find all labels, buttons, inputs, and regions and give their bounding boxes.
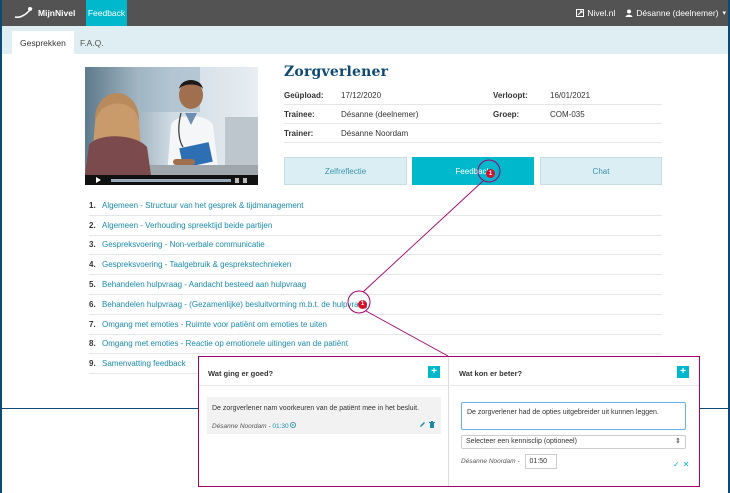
- list-item[interactable]: 6. Behandelen hulpvraag - (Gezamenlijke) …: [89, 295, 662, 315]
- good-comment-text: De zorgverlener nam voorkeuren van de pa…: [212, 405, 420, 412]
- nav-tab-feedback[interactable]: Feedback: [86, 0, 127, 26]
- expires-label: Verloopt:: [493, 90, 528, 100]
- better-heading: Wat kon er beter?: [459, 369, 523, 378]
- chevron-down-icon: ▾: [722, 10, 726, 17]
- trash-icon[interactable]: [429, 421, 435, 428]
- item-link[interactable]: Gespreksvoering - Non-verbale communicat…: [102, 240, 265, 249]
- close-icon[interactable]: ✕: [683, 460, 690, 469]
- group-value: COM-035: [550, 109, 585, 119]
- item-number: 4.: [89, 260, 96, 270]
- video-controls: [85, 175, 258, 185]
- meta-row: Trainer: Désanne Noordam: [284, 124, 662, 143]
- divider: [450, 385, 699, 386]
- nivel-link-label: Nivel.nl: [587, 8, 616, 18]
- video-progress-bar[interactable]: [111, 178, 231, 182]
- expires-value: 16/01/2021: [550, 90, 591, 100]
- external-link-icon: [576, 9, 585, 17]
- item-link[interactable]: Omgang met emoties - Reactie op emotione…: [102, 339, 348, 348]
- video-frame: [85, 67, 258, 175]
- good-heading: Wat ging er goed?: [208, 369, 274, 378]
- time-input[interactable]: 01:50: [524, 454, 557, 469]
- edit-meta: Désanne Noordam - 01:50: [461, 454, 557, 469]
- user-name: Désanne (deelnemer): [636, 8, 719, 18]
- user-icon: [625, 9, 633, 17]
- item-link[interactable]: Behandelen hulpvraag - (Gezamenlijke) be…: [102, 300, 367, 309]
- tab-gesprekken[interactable]: Gesprekken: [12, 31, 74, 54]
- feedback-list: 1. Algemeen - Structuur van het gesprek &…: [89, 196, 662, 375]
- kennisclip-select[interactable]: Selecteer een kennisclip (optioneel) ⇕: [461, 435, 686, 449]
- play-icon[interactable]: [96, 177, 101, 183]
- good-comment-meta: Désanne Noordam - 01:30: [212, 422, 297, 430]
- meta-row: Trainee: Désanne (deelnemer) Groep: COM-…: [284, 105, 662, 124]
- user-menu[interactable]: Désanne (deelnemer) ▾: [625, 8, 726, 18]
- list-item[interactable]: 4. Gespreksvoering - Taalgebruik & gespre…: [89, 255, 662, 276]
- item-number: 3.: [89, 240, 96, 250]
- feedback-popup: Wat ging er goed? + De zorgverlener nam …: [198, 356, 700, 487]
- list-item[interactable]: 8. Omgang met emoties - Reactie op emotio…: [89, 335, 662, 355]
- group-label: Groep:: [493, 109, 520, 119]
- logo-icon: [14, 6, 34, 20]
- item-link[interactable]: Algemeen - Structuur van het gesprek & t…: [102, 201, 303, 210]
- item-number: 2.: [89, 220, 96, 230]
- good-comment-time[interactable]: 01:30: [272, 423, 288, 430]
- list-item[interactable]: 2. Algemeen - Verhouding spreektijd beide…: [89, 216, 662, 236]
- item-count-badge: 1: [358, 299, 367, 309]
- session-meta: Geüpload: 17/12/2020 Verloopt: 16/01/202…: [284, 86, 662, 143]
- chat-label: Chat: [592, 166, 610, 176]
- item-number: 5.: [89, 280, 96, 290]
- item-number: 9.: [89, 359, 96, 369]
- add-better-button[interactable]: +: [677, 366, 689, 378]
- trainer-label: Trainer:: [284, 128, 314, 138]
- item-number: 8.: [89, 339, 96, 349]
- item-link[interactable]: Behandelen hulpvraag - Aandacht besteed …: [102, 280, 306, 289]
- good-column: Wat ging er goed? + De zorgverlener nam …: [199, 357, 449, 486]
- upload-value: 17/12/2020: [341, 90, 382, 100]
- top-navbar: MijnNivel Feedback Nivel.nl Désanne (dee…: [0, 0, 730, 26]
- trainer-value: Désanne Noordam: [341, 128, 409, 138]
- item-link[interactable]: Gespreksvoering - Taalgebruik & gespreks…: [102, 260, 291, 269]
- divider: [199, 385, 448, 386]
- item-link[interactable]: Omgang met emoties - Ruimte voor patiënt…: [102, 320, 327, 329]
- sub-navbar: Gesprekken F.A.Q.: [0, 26, 730, 54]
- meta-row: Geüpload: 17/12/2020 Verloopt: 16/01/202…: [284, 86, 662, 105]
- feedback-button[interactable]: Feedback 1: [412, 157, 534, 185]
- play-circle-icon[interactable]: [290, 422, 297, 428]
- kennisclip-select-value: Selecteer een kennisclip (optioneel): [466, 438, 577, 445]
- trainee-value: Désanne (deelnemer): [341, 109, 419, 119]
- chat-button[interactable]: Chat: [540, 157, 662, 185]
- logo[interactable]: MijnNivel: [14, 5, 75, 21]
- trainee-label: Trainee:: [284, 109, 315, 119]
- good-comment-card: De zorgverlener nam voorkeuren van de pa…: [207, 397, 441, 434]
- list-item[interactable]: 3. Gespreksvoering - Non-verbale communic…: [89, 236, 662, 256]
- fullscreen-icon[interactable]: [243, 177, 247, 183]
- item-link[interactable]: Samenvatting feedback: [102, 359, 186, 368]
- zelfreflectie-button[interactable]: Zelfreflectie: [284, 157, 407, 185]
- app-name: MijnNivel: [38, 8, 76, 18]
- tab-faq[interactable]: F.A.Q.: [72, 31, 112, 54]
- zelfreflectie-label: Zelfreflectie: [324, 166, 367, 176]
- item-link[interactable]: Algemeen - Verhouding spreektijd beide p…: [102, 221, 272, 230]
- volume-icon[interactable]: [235, 177, 239, 183]
- add-good-button[interactable]: +: [428, 366, 440, 378]
- better-comment-input[interactable]: De zorgverlener had de opties uitgebreid…: [461, 402, 686, 430]
- list-item[interactable]: 1. Algemeen - Structuur van het gesprek &…: [89, 196, 662, 216]
- item-number: 7.: [89, 319, 96, 329]
- upload-label: Geüpload:: [284, 90, 324, 100]
- list-item[interactable]: 5. Behandelen hulpvraag - Aandacht bestee…: [89, 275, 662, 295]
- page-title: Zorgverlener: [284, 64, 389, 80]
- nivel-link[interactable]: Nivel.nl: [576, 8, 615, 18]
- list-item[interactable]: 7. Omgang met emoties - Ruimte voor patië…: [89, 315, 662, 335]
- item-number: 1.: [89, 200, 96, 210]
- edit-author: Désanne Noordam -: [461, 458, 520, 465]
- video-player[interactable]: [85, 67, 258, 185]
- better-column: Wat kon er beter? + De zorgverlener had …: [450, 357, 699, 486]
- chevron-updown-icon: ⇕: [675, 438, 681, 445]
- item-number: 6.: [89, 299, 96, 309]
- good-comment-author: Désanne Noordam: [212, 423, 267, 430]
- pencil-icon[interactable]: [419, 421, 426, 428]
- feedback-count-badge: 1: [486, 169, 495, 178]
- left-frame-line: [0, 0, 2, 493]
- check-icon[interactable]: ✓: [673, 460, 680, 469]
